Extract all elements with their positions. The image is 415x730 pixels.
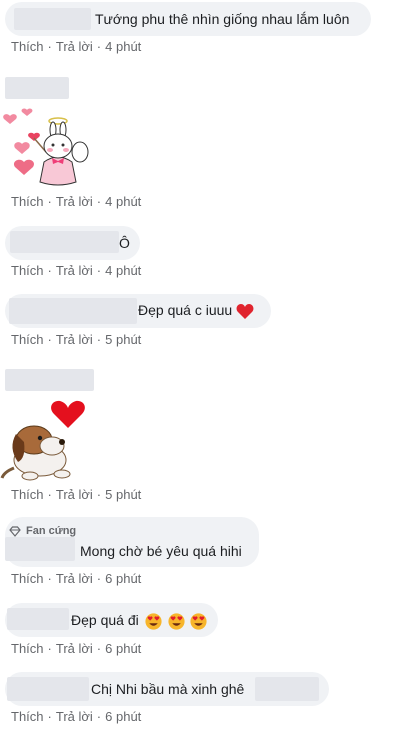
comment-bubble: Chị Nhi bầu mà xinh ghê: [5, 672, 329, 706]
reply-link[interactable]: Trả lời: [56, 571, 93, 586]
like-link[interactable]: Thích: [11, 332, 44, 347]
like-link[interactable]: Thích: [11, 709, 44, 724]
comment-bubble: Ô: [5, 226, 140, 260]
comment-bubble: Fan cứng Mong chờ bé yêu quá hihi: [5, 517, 259, 567]
like-link[interactable]: Thích: [11, 571, 44, 586]
angel-bunny-sticker: [3, 108, 89, 186]
timestamp[interactable]: 4 phút: [105, 263, 141, 278]
timestamp[interactable]: 6 phút: [105, 641, 141, 656]
reply-link[interactable]: Trả lời: [56, 641, 93, 656]
reply-link[interactable]: Trả lời: [56, 709, 93, 724]
redacted-name: [10, 231, 119, 253]
comment-bubble: Đẹp quá c iuuu: [5, 294, 271, 328]
comment-actions: Thích · Trả lời · 6 phút: [11, 571, 142, 586]
like-link[interactable]: Thích: [11, 641, 44, 656]
comment-actions: Thích · Trả lời · 4 phút: [11, 194, 142, 209]
redacted-text: [255, 677, 319, 701]
timestamp[interactable]: 4 phút: [105, 194, 141, 209]
redacted-name: [5, 77, 69, 99]
timestamp[interactable]: 5 phút: [105, 332, 141, 347]
reply-link[interactable]: Trả lời: [56, 332, 93, 347]
diamond-icon: [9, 525, 21, 537]
like-link[interactable]: Thích: [11, 487, 44, 502]
reply-link[interactable]: Trả lời: [56, 194, 93, 209]
reply-link[interactable]: Trả lời: [56, 263, 93, 278]
heart-eyes-emoji: [190, 613, 207, 630]
puppy-heart-sticker: [0, 400, 85, 481]
redacted-name: [7, 608, 69, 630]
redacted-name: [14, 8, 91, 30]
comment-actions: Thích · Trả lời · 4 phút: [11, 263, 142, 278]
redacted-name: [9, 298, 137, 324]
comment-actions: Thích · Trả lời · 4 phút: [11, 39, 142, 54]
comment-bubble: Tướng phu thê nhìn giống nhau lắm luôn: [5, 2, 371, 36]
like-link[interactable]: Thích: [11, 263, 44, 278]
comment-actions: Thích · Trả lời · 6 phút: [11, 709, 142, 724]
comment-text: Đẹp quá đi: [71, 611, 207, 630]
comment-actions: Thích · Trả lời · 5 phút: [11, 332, 142, 347]
comment-text: Tướng phu thê nhìn giống nhau lắm luôn: [95, 11, 350, 27]
heart-eyes-emoji: [167, 613, 185, 630]
comment-actions: Thích · Trả lời · 5 phút: [11, 487, 142, 502]
heart-eyes-emoji: [145, 613, 162, 630]
redacted-name: [7, 677, 89, 701]
timestamp[interactable]: 6 phút: [105, 709, 141, 724]
timestamp[interactable]: 6 phút: [105, 571, 141, 586]
reply-link[interactable]: Trả lời: [56, 487, 93, 502]
timestamp[interactable]: 5 phút: [105, 487, 141, 502]
reply-link[interactable]: Trả lời: [56, 39, 93, 54]
redacted-name: [5, 537, 75, 561]
comment-actions: Thích · Trả lời · 6 phút: [11, 641, 142, 656]
timestamp[interactable]: 4 phút: [105, 39, 141, 54]
comment-bubble: Đẹp quá đi: [5, 603, 218, 637]
comment-text: Ô: [119, 235, 130, 251]
like-link[interactable]: Thích: [11, 194, 44, 209]
comment-text: Mong chờ bé yêu quá hihi: [80, 543, 242, 559]
comment-text: Đẹp quá c iuuu: [138, 301, 254, 320]
redacted-name: [5, 369, 94, 391]
comment-text: Chị Nhi bầu mà xinh ghê: [91, 681, 245, 697]
like-link[interactable]: Thích: [11, 39, 44, 54]
red-heart-emoji: [236, 303, 254, 319]
